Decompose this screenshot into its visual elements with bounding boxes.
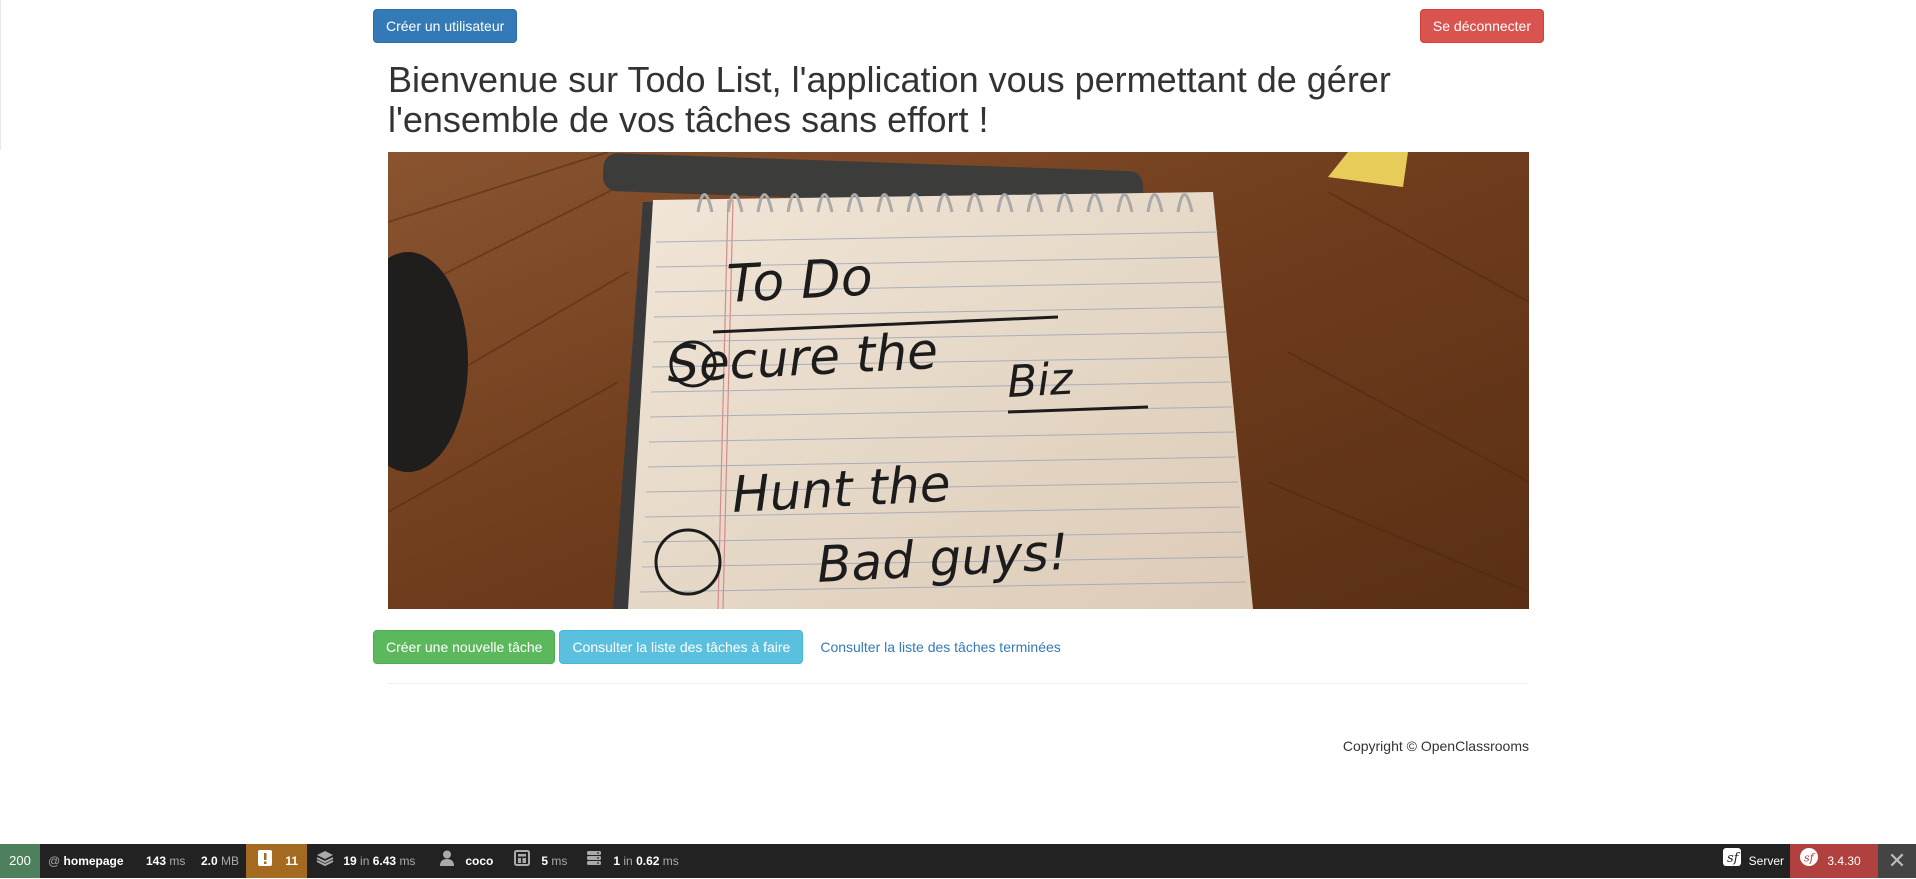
- hero-line-1b: Biz: [1006, 354, 1075, 408]
- hero-line-2: Hunt the: [731, 455, 952, 524]
- memory-value: 2.0: [201, 854, 218, 868]
- route-prefix: @: [48, 854, 61, 868]
- debug-toolbar: 200 @ homepage 143 ms 2.0 MB 11 19 in 6.…: [0, 844, 1916, 878]
- server-label: Server: [1748, 854, 1784, 868]
- symfony-version-item[interactable]: sf 3.4.30: [1790, 844, 1878, 878]
- status-code-badge[interactable]: 200: [0, 844, 40, 878]
- cache-count: 19: [343, 854, 357, 868]
- symfony-logo-icon: sf: [1723, 845, 1742, 879]
- done-list-link[interactable]: Consulter la liste des tâches terminées: [807, 630, 1073, 664]
- create-task-button[interactable]: Créer une nouvelle tâche: [373, 630, 556, 664]
- twig-time: 5: [541, 854, 549, 868]
- close-toolbar-button[interactable]: ✕: [1878, 844, 1916, 878]
- route-name: homepage: [63, 854, 124, 868]
- twig-item[interactable]: 5 ms: [514, 844, 567, 878]
- layers-icon: [316, 845, 334, 879]
- database-icon: [586, 845, 602, 879]
- twig-unit: ms: [551, 854, 568, 868]
- route-item[interactable]: @ homepage: [48, 844, 124, 878]
- db-item[interactable]: 1 in 0.62 ms: [586, 844, 679, 878]
- cache-in: in: [360, 854, 370, 868]
- notepad-illustration: To Do Secure the Biz Hunt the Bad guys!: [388, 152, 1529, 609]
- time-value: 143: [146, 854, 167, 868]
- db-count: 1: [613, 854, 621, 868]
- memory-unit: MB: [221, 854, 240, 868]
- page-title: Bienvenue sur Todo List, l'application v…: [388, 59, 1391, 140]
- header-row: Créer un utilisateur Se déconnecter: [373, 9, 1544, 43]
- divider: [388, 683, 1529, 684]
- copyright: Copyright © OpenClassrooms: [1342, 738, 1529, 754]
- db-unit: ms: [662, 854, 679, 868]
- warnings-item[interactable]: 11: [246, 844, 307, 878]
- warnings-count: 11: [285, 854, 299, 868]
- hero-heading: To Do: [726, 247, 874, 315]
- close-icon: ✕: [1887, 848, 1907, 873]
- db-in: in: [623, 854, 633, 868]
- logout-button[interactable]: Se déconnecter: [1419, 9, 1544, 43]
- symfony-version: 3.4.30: [1827, 854, 1861, 868]
- user-name: coco: [465, 854, 494, 868]
- task-actions: Créer une nouvelle tâche Consulter la lis…: [373, 630, 1078, 664]
- exclamation-icon: [258, 845, 272, 879]
- server-item[interactable]: sf Server: [1723, 844, 1784, 878]
- user-icon: [440, 845, 454, 879]
- cache-time: 6.43: [372, 854, 397, 868]
- template-icon: [514, 845, 530, 879]
- left-edge-line: [0, 0, 1, 150]
- memory-item[interactable]: 2.0 MB: [201, 844, 239, 878]
- symfony-circle-icon: sf: [1800, 845, 1818, 879]
- cache-item[interactable]: 19 in 6.43 ms: [316, 844, 415, 878]
- cache-unit: ms: [399, 854, 416, 868]
- user-item[interactable]: coco: [440, 844, 493, 878]
- time-item[interactable]: 143 ms: [146, 844, 185, 878]
- todo-hero-image: To Do Secure the Biz Hunt the Bad guys!: [388, 152, 1529, 609]
- db-time: 0.62: [636, 854, 660, 868]
- todo-list-button[interactable]: Consulter la liste des tâches à faire: [559, 630, 804, 664]
- create-user-button[interactable]: Créer un utilisateur: [373, 9, 518, 43]
- time-unit: ms: [169, 854, 186, 868]
